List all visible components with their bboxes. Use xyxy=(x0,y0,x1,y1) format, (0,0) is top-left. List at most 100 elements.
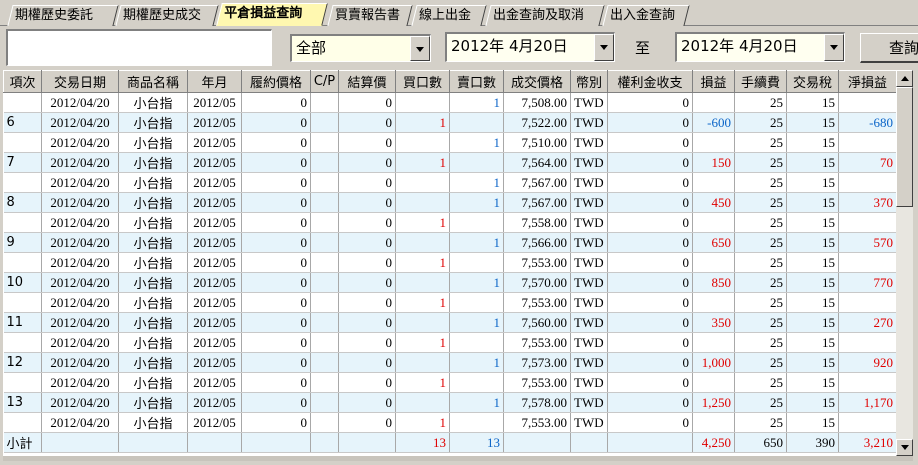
cell-product: 小台指 xyxy=(118,252,188,273)
table-row[interactable]: 6 2012/04/20 小台指 2012/05 0 0 1 7,522.00 TWD 0 -600… xyxy=(3,112,896,133)
table-row[interactable]: 7 2012/04/20 小台指 2012/05 0 0 1 7,564.00 TWD 0 150 2… xyxy=(3,152,896,173)
subtotal-sell: 13 xyxy=(449,432,504,453)
cell-fee: 25 xyxy=(734,212,787,233)
table-row[interactable]: 13 2012/04/20 小台指 2012/05 0 0 1 7,578.00 TWD 0 1,2… xyxy=(3,392,896,413)
end-date-picker[interactable]: 2012年 4月20日 xyxy=(675,32,845,62)
tab-label: 平倉損益查詢 xyxy=(224,6,303,21)
cell-tax: 15 xyxy=(786,372,839,393)
cell-price: 7,553.00 xyxy=(503,292,571,313)
cell-tax: 15 xyxy=(786,172,839,193)
table-row[interactable]: 2012/04/20 小台指 2012/05 0 0 1 7,553.00 TWD 0 25 15 xyxy=(3,412,896,433)
cell-ym: 2012/05 xyxy=(187,92,242,113)
cell-strike: 0 xyxy=(241,232,311,253)
account-field[interactable] xyxy=(6,29,272,66)
column-header[interactable]: 結算價 xyxy=(338,70,396,93)
cell-item: 13 xyxy=(3,392,42,413)
category-select[interactable]: 全部 xyxy=(290,34,431,62)
tab-1[interactable]: 期權歷史委託 xyxy=(7,5,119,26)
tab-2[interactable]: 期權歷史成交 xyxy=(115,5,219,26)
table-row[interactable]: 2012/04/20 小台指 2012/05 0 0 1 7,567.00 TWD 0 25 15 xyxy=(3,172,896,193)
cell-item xyxy=(3,252,42,273)
vertical-scrollbar[interactable] xyxy=(896,70,913,456)
start-date-picker[interactable]: 2012年 4月20日 xyxy=(445,32,615,62)
chevron-down-icon[interactable] xyxy=(594,34,614,61)
column-header[interactable]: 年月 xyxy=(187,70,242,93)
cell-price: 7,560.00 xyxy=(503,312,571,333)
scroll-down-icon[interactable] xyxy=(896,439,913,456)
tab-label: 期權歷史成交 xyxy=(123,8,202,23)
tab-label: 買賣報告書 xyxy=(335,8,401,23)
column-header[interactable]: 手續費 xyxy=(734,70,787,93)
tab-4[interactable]: 買賣報告書 xyxy=(327,5,413,26)
category-select-value: 全部 xyxy=(296,39,327,57)
cell-premium: 0 xyxy=(607,192,693,213)
cell-settle: 0 xyxy=(338,212,396,233)
column-header[interactable]: 項次 xyxy=(3,70,42,93)
query-button[interactable]: 查詢 xyxy=(860,33,918,63)
scroll-up-icon[interactable] xyxy=(896,70,913,87)
chevron-down-icon[interactable] xyxy=(410,36,430,61)
cell-ym: 2012/05 xyxy=(187,332,242,353)
cell-fee: 25 xyxy=(734,272,787,293)
table-row[interactable]: 10 2012/04/20 小台指 2012/05 0 0 1 7,570.00 TWD 0 850… xyxy=(3,272,896,293)
table-row[interactable]: 2012/04/20 小台指 2012/05 0 0 1 7,508.00 TWD 0 25 15 xyxy=(3,92,896,113)
cell-tax: 15 xyxy=(786,292,839,313)
end-date-value: 2012年 4月20日 xyxy=(681,37,798,55)
column-header[interactable]: 履約價格 xyxy=(241,70,311,93)
column-header[interactable]: 賣口數 xyxy=(449,70,504,93)
tab-label: 出入金查詢 xyxy=(610,8,676,23)
cell-tax: 15 xyxy=(786,92,839,113)
cell-sell: 1 xyxy=(449,272,504,293)
subtotal-empty-cell xyxy=(118,432,188,453)
horizontal-scrollbar[interactable] xyxy=(3,456,913,461)
table-row[interactable]: 11 2012/04/20 小台指 2012/05 0 0 1 7,560.00 TWD 0 350… xyxy=(3,312,896,333)
table-row[interactable]: 2012/04/20 小台指 2012/05 0 0 1 7,558.00 TWD 0 25 15 xyxy=(3,212,896,233)
column-header[interactable]: 交易稅 xyxy=(786,70,839,93)
subtotal-label: 小計 xyxy=(3,432,42,453)
cell-ccy: TWD xyxy=(570,352,608,373)
cell-buy: 1 xyxy=(395,212,450,233)
chevron-down-icon[interactable] xyxy=(824,34,844,61)
cell-product: 小台指 xyxy=(118,212,188,233)
cell-cp xyxy=(310,132,339,153)
scrollbar-thumb[interactable] xyxy=(896,87,913,207)
tab-3[interactable]: 平倉損益查詢 xyxy=(216,3,328,26)
table-row[interactable]: 9 2012/04/20 小台指 2012/05 0 0 1 7,566.00 TWD 0 650 2… xyxy=(3,232,896,253)
column-header[interactable]: 交易日期 xyxy=(41,70,119,93)
table-row[interactable]: 12 2012/04/20 小台指 2012/05 0 0 1 7,573.00 TWD 0 1,0… xyxy=(3,352,896,373)
column-header[interactable]: 淨損益 xyxy=(838,70,896,93)
table-row[interactable]: 8 2012/04/20 小台指 2012/05 0 0 1 7,567.00 TWD 0 450 2… xyxy=(3,192,896,213)
table-row[interactable]: 2012/04/20 小台指 2012/05 0 0 1 7,553.00 TWD 0 25 15 xyxy=(3,332,896,353)
cell-date: 2012/04/20 xyxy=(41,272,119,293)
cell-pl xyxy=(692,292,735,313)
column-header[interactable]: 幣別 xyxy=(570,70,608,93)
cell-fee: 25 xyxy=(734,152,787,173)
cell-sell xyxy=(449,412,504,433)
tab-6[interactable]: 出金查詢及取消 xyxy=(485,5,605,26)
column-header[interactable]: 損益 xyxy=(692,70,735,93)
cell-item xyxy=(3,92,42,113)
column-header[interactable]: C/P xyxy=(310,70,339,93)
tab-7[interactable]: 出入金查詢 xyxy=(602,5,690,26)
table-row[interactable]: 2012/04/20 小台指 2012/05 0 0 1 7,553.00 TWD 0 25 15 xyxy=(3,372,896,393)
cell-price: 7,570.00 xyxy=(503,272,571,293)
tab-5[interactable]: 線上出金 xyxy=(411,5,487,26)
subtotal-row: 小計 13 13 4,250 650 390 3,210 xyxy=(3,432,896,453)
table-row[interactable]: 2012/04/20 小台指 2012/05 0 0 1 7,510.00 TWD 0 25 15 xyxy=(3,132,896,153)
cell-settle: 0 xyxy=(338,132,396,153)
column-header[interactable]: 買口數 xyxy=(395,70,450,93)
column-header[interactable]: 成交價格 xyxy=(503,70,571,93)
column-header[interactable]: 權利金收支 xyxy=(607,70,693,93)
cell-premium: 0 xyxy=(607,212,693,233)
cell-ym: 2012/05 xyxy=(187,172,242,193)
cell-ccy: TWD xyxy=(570,312,608,333)
table-row[interactable]: 2012/04/20 小台指 2012/05 0 0 1 7,553.00 TWD 0 25 15 xyxy=(3,292,896,313)
cell-item xyxy=(3,132,42,153)
cell-pl: 650 xyxy=(692,232,735,253)
column-header[interactable]: 商品名稱 xyxy=(118,70,188,93)
table-row[interactable]: 2012/04/20 小台指 2012/05 0 0 1 7,553.00 TWD 0 25 15 xyxy=(3,252,896,273)
cell-net xyxy=(838,412,896,433)
cell-strike: 0 xyxy=(241,252,311,273)
cell-strike: 0 xyxy=(241,172,311,193)
cell-settle: 0 xyxy=(338,292,396,313)
